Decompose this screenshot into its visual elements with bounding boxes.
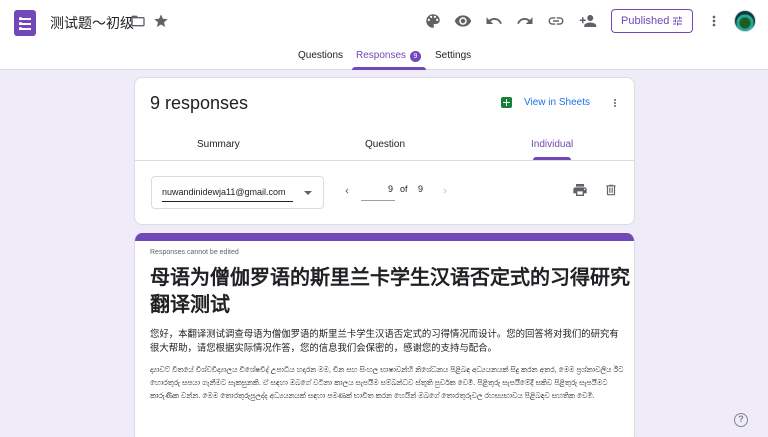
add-collaborator-icon[interactable] <box>579 12 597 30</box>
form-tabs: Questions Responses 9 Settings <box>0 46 768 70</box>
form-response-card: Responses cannot be edited 母语为僧伽罗语的斯里兰卡学… <box>134 233 635 437</box>
folder-icon[interactable] <box>130 13 146 29</box>
undo-icon[interactable] <box>485 12 503 30</box>
responses-card: 9 responses View in Sheets Summary Quest… <box>134 77 635 225</box>
tab-questions[interactable]: Questions <box>298 50 343 61</box>
view-in-sheets-link[interactable]: View in Sheets <box>524 97 590 108</box>
pager-input-underline <box>361 200 395 201</box>
subtab-summary[interactable]: Summary <box>197 139 240 150</box>
tune-icon <box>673 16 682 26</box>
palette-icon[interactable] <box>424 12 442 30</box>
form-description-sinhala: ද්‍යාවට් වීතයේ විශ්වවිද්‍යාලය විශේෂවිද් … <box>150 365 624 400</box>
account-avatar[interactable] <box>734 10 756 32</box>
star-icon[interactable] <box>153 13 169 29</box>
card-divider <box>135 160 634 161</box>
more-vert-icon[interactable] <box>706 12 722 30</box>
form-description-chinese: 您好，本翻译测试调查母语为僧伽罗语的斯里兰卡学生汉语否定式的习得情况而设计。您的… <box>150 328 619 353</box>
link-icon[interactable] <box>547 12 565 30</box>
sheets-icon[interactable] <box>501 97 512 108</box>
subtab-question[interactable]: Question <box>365 139 405 150</box>
document-title[interactable]: 测试题～初级 <box>50 13 134 33</box>
active-tab-indicator <box>352 67 426 70</box>
responses-not-editable-notice: Responses cannot be edited <box>150 249 239 256</box>
form-title: 母语为僧伽罗语的斯里兰卡学生汉语否定式的习得研究翻译测试 <box>150 267 630 316</box>
subtab-individual[interactable]: Individual <box>531 139 573 150</box>
published-label: Published <box>621 15 670 27</box>
chevron-left-icon[interactable] <box>342 184 352 198</box>
forms-logo-icon[interactable] <box>14 10 36 36</box>
dropdown-caret-icon <box>304 191 312 195</box>
respondent-email: nuwandinidewja11@gmail.com <box>162 187 286 197</box>
email-underline <box>162 201 293 202</box>
published-button[interactable]: Published <box>611 9 693 33</box>
more-options-icon[interactable] <box>609 96 621 110</box>
tab-responses[interactable]: Responses <box>356 50 406 61</box>
chevron-right-icon[interactable] <box>440 184 450 198</box>
form-accent-bar <box>135 233 634 241</box>
redo-icon[interactable] <box>516 12 534 30</box>
delete-icon[interactable] <box>604 182 618 198</box>
print-icon[interactable] <box>572 182 588 198</box>
respondent-email-select[interactable]: nuwandinidewja11@gmail.com <box>151 176 324 209</box>
top-bar: 测试题～初级 Published Questions Responses 9 S… <box>0 0 768 70</box>
help-icon[interactable]: ? <box>734 413 748 427</box>
current-response-input[interactable]: 9 <box>361 184 395 194</box>
tab-settings[interactable]: Settings <box>435 50 471 61</box>
total-responses: 9 <box>418 184 424 194</box>
responses-count-badge: 9 <box>410 51 421 62</box>
responses-count: 9 responses <box>150 93 249 113</box>
pager-of-label: of <box>400 184 408 194</box>
preview-eye-icon[interactable] <box>454 12 472 30</box>
